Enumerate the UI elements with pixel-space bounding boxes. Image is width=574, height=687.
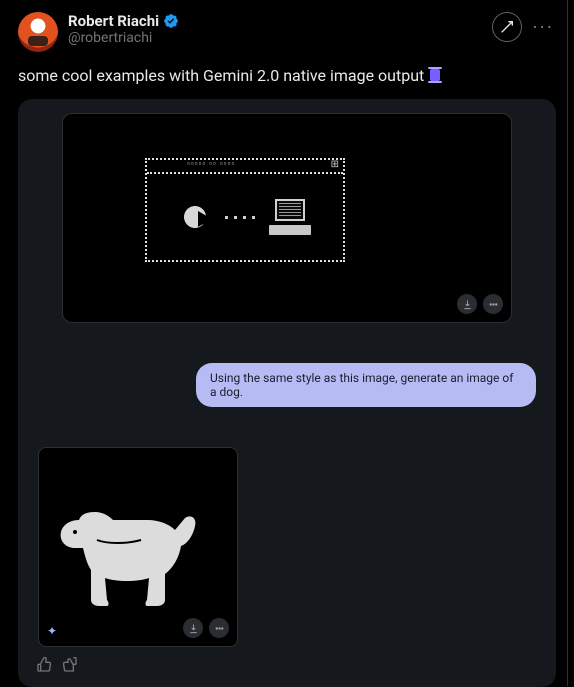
- image-options-button[interactable]: [483, 294, 503, 314]
- model-output-image-2[interactable]: ✦: [38, 447, 238, 647]
- image-action-row-2: [183, 618, 229, 638]
- user-prompt-bubble: Using the same style as this image, gene…: [196, 363, 536, 407]
- thumbs-down-button[interactable]: [62, 657, 78, 677]
- column-divider: [567, 0, 568, 686]
- image-options-button[interactable]: [209, 618, 229, 638]
- image-action-row: [457, 294, 503, 314]
- tweet-header: Robert Riachi @robertriachi ···: [18, 12, 556, 52]
- feedback-row: [34, 657, 540, 677]
- author-handle[interactable]: @robertriachi: [68, 30, 179, 47]
- tweet-text-content: some cool examples with Gemini 2.0 nativ…: [18, 66, 424, 85]
- grok-button[interactable]: [492, 12, 522, 42]
- retro-computer-icon: [269, 199, 311, 235]
- ascii-window-illustration: [145, 158, 345, 262]
- tweet-text: some cool examples with Gemini 2.0 nativ…: [18, 66, 556, 85]
- model-output-image-1[interactable]: [62, 113, 512, 323]
- author-block: Robert Riachi @robertriachi: [68, 12, 179, 47]
- tweet: Robert Riachi @robertriachi ··· some coo…: [0, 0, 574, 687]
- ascii-titlebar: [147, 160, 343, 174]
- verified-badge-icon: [163, 13, 179, 29]
- model-response-row: ✦: [34, 447, 540, 647]
- pellet-dots-icon: [221, 216, 259, 219]
- download-button[interactable]: [457, 294, 477, 314]
- ascii-body: [153, 180, 337, 254]
- pacman-icon: [179, 201, 211, 233]
- sparkle-icon: ✦: [47, 624, 57, 638]
- download-button[interactable]: [183, 618, 203, 638]
- more-button[interactable]: ···: [530, 15, 556, 39]
- thumbs-up-button[interactable]: [36, 657, 52, 677]
- author-avatar[interactable]: [18, 12, 58, 52]
- embedded-card: Using the same style as this image, gene…: [18, 99, 556, 687]
- thread-emoji-icon: [428, 67, 442, 83]
- author-display-name[interactable]: Robert Riachi: [68, 12, 159, 30]
- ascii-dog-illustration: [51, 482, 221, 618]
- user-message-row: Using the same style as this image, gene…: [34, 363, 540, 407]
